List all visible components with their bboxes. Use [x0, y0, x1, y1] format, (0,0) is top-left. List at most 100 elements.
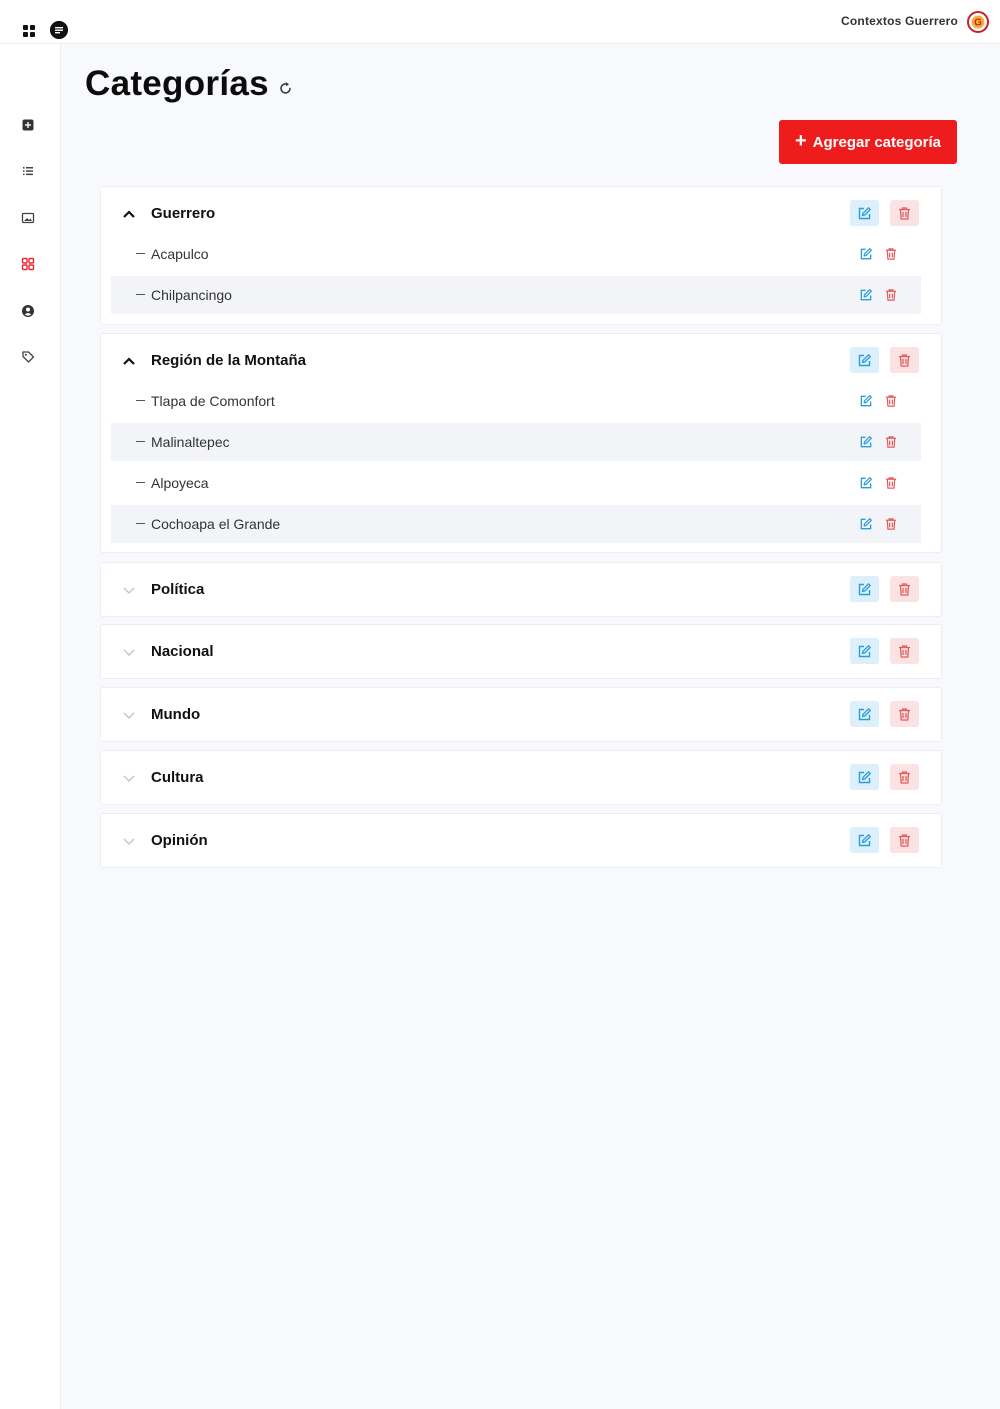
delete-button[interactable] [890, 576, 919, 602]
menu-toggle-icon[interactable] [50, 21, 68, 39]
delete-button[interactable] [890, 701, 919, 727]
edit-icon[interactable] [859, 435, 873, 449]
subcategory-row[interactable]: Cochoapa el Grande [111, 505, 921, 543]
dash-icon [136, 523, 145, 525]
trash-icon [899, 353, 910, 367]
brand-name: Contextos Guerrero [841, 14, 958, 28]
tag-icon[interactable] [21, 350, 35, 364]
chevron-down-icon[interactable] [121, 708, 137, 722]
subcategory-row[interactable]: Chilpancingo [111, 276, 921, 314]
edit-icon[interactable] [859, 394, 873, 408]
category-name: Región de la Montaña [151, 352, 307, 369]
category-name: Cultura [151, 769, 204, 786]
user-circle-icon[interactable] [21, 304, 35, 318]
dash-icon [136, 482, 145, 484]
edit-icon[interactable] [859, 517, 873, 531]
category-header[interactable]: Guerrero [101, 200, 941, 228]
plus-icon: + [794, 130, 807, 152]
category-card: Política [100, 562, 942, 617]
subcategory-row[interactable]: Tlapa de Comonfort [111, 382, 921, 420]
edit-icon[interactable] [859, 288, 873, 302]
category-header[interactable]: Nacional [101, 638, 941, 666]
delete-button[interactable] [890, 764, 919, 790]
trash-icon [899, 206, 910, 220]
edit-button[interactable] [850, 638, 879, 664]
add-category-label: Agregar categoría [812, 133, 942, 151]
trash-icon[interactable] [884, 517, 898, 531]
delete-button[interactable] [890, 827, 919, 853]
category-name: Nacional [151, 643, 214, 660]
subcategory-name: Alpoyeca [151, 475, 209, 491]
trash-icon[interactable] [884, 288, 898, 302]
subcategory-row[interactable]: Malinaltepec [111, 423, 921, 461]
edit-button[interactable] [850, 200, 879, 226]
category-card: Mundo [100, 687, 942, 742]
category-header[interactable]: Política [101, 576, 941, 604]
chevron-down-icon[interactable] [121, 771, 137, 785]
brand-logo-icon[interactable]: G [967, 11, 989, 33]
edit-icon[interactable] [859, 247, 873, 261]
dash-icon [136, 294, 145, 296]
category-header[interactable]: Mundo [101, 701, 941, 729]
category-name: Mundo [151, 706, 201, 723]
category-card: Guerrero Acapulco Chilpancingo [100, 186, 942, 325]
edit-button[interactable] [850, 701, 879, 727]
subcategory-row[interactable]: Alpoyeca [111, 464, 921, 502]
trash-icon[interactable] [884, 394, 898, 408]
edit-icon [858, 644, 871, 657]
dash-icon [136, 400, 145, 402]
edit-icon [858, 770, 871, 783]
dash-icon [136, 253, 145, 255]
grid-icon[interactable] [21, 257, 35, 271]
edit-icon[interactable] [859, 476, 873, 490]
chevron-down-icon[interactable] [121, 583, 137, 597]
sidebar [0, 44, 61, 1409]
trash-icon [899, 707, 910, 721]
category-header[interactable]: Cultura [101, 764, 941, 792]
chevron-up-icon[interactable] [121, 354, 137, 368]
list-icon[interactable] [21, 164, 35, 178]
delete-button[interactable] [890, 200, 919, 226]
svg-text:G: G [974, 18, 982, 29]
edit-icon [858, 206, 871, 219]
trash-icon [899, 833, 910, 847]
edit-button[interactable] [850, 827, 879, 853]
chevron-down-icon[interactable] [121, 645, 137, 659]
edit-button[interactable] [850, 347, 879, 373]
subcategory-name: Chilpancingo [151, 287, 232, 303]
delete-button[interactable] [890, 347, 919, 373]
subcategory-name: Malinaltepec [151, 434, 230, 450]
subcategory-name: Acapulco [151, 246, 209, 262]
trash-icon[interactable] [884, 435, 898, 449]
trash-icon[interactable] [884, 476, 898, 490]
edit-icon [858, 833, 871, 846]
trash-icon[interactable] [884, 247, 898, 261]
chevron-up-icon[interactable] [121, 207, 137, 221]
trash-icon [899, 770, 910, 784]
category-header[interactable]: Opinión [101, 827, 941, 855]
edit-button[interactable] [850, 764, 879, 790]
category-name: Guerrero [151, 205, 216, 222]
refresh-icon[interactable] [278, 81, 293, 96]
edit-button[interactable] [850, 576, 879, 602]
add-category-button[interactable]: + Agregar categoría [779, 120, 957, 164]
image-icon[interactable] [21, 211, 35, 225]
top-bar: Contextos Guerrero G [0, 0, 1000, 44]
chevron-down-icon[interactable] [121, 834, 137, 848]
edit-icon [858, 707, 871, 720]
category-card: Nacional [100, 624, 942, 679]
category-card: Región de la Montaña Tlapa de Comonfort … [100, 333, 942, 553]
edit-icon [858, 353, 871, 366]
subcategory-row[interactable]: Acapulco [111, 235, 921, 273]
edit-icon [858, 582, 871, 595]
category-header[interactable]: Región de la Montaña [101, 347, 941, 375]
category-name: Política [151, 581, 205, 598]
plus-square-icon[interactable] [21, 118, 35, 132]
category-card: Cultura [100, 750, 942, 805]
subcategory-name: Cochoapa el Grande [151, 516, 281, 532]
delete-button[interactable] [890, 638, 919, 664]
trash-icon [899, 582, 910, 596]
dash-icon [136, 441, 145, 443]
apps-grid-icon[interactable] [21, 23, 37, 39]
trash-icon [899, 644, 910, 658]
